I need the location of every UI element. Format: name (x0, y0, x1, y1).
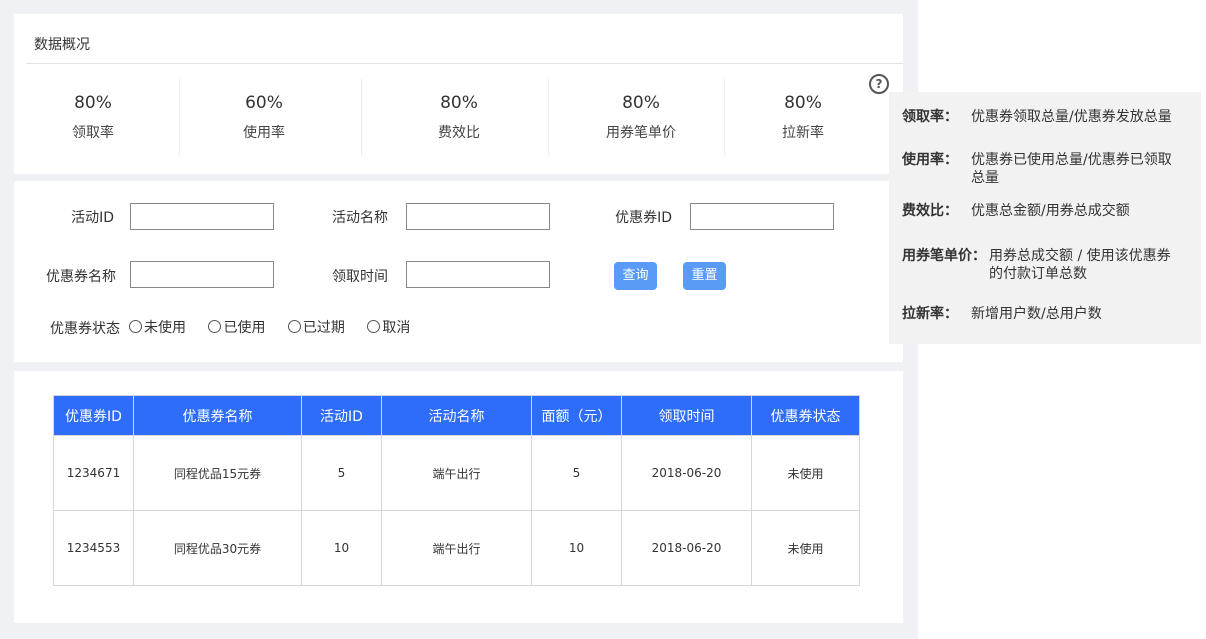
reset-button[interactable]: 重置 (683, 262, 726, 290)
metric-label: 领取率 (72, 125, 114, 141)
metric-new-user-rate: 80% 拉新率 (763, 92, 843, 142)
metric-claim-rate: 80% 领取率 (53, 92, 133, 142)
coupon-status-radio-group: 未使用 已使用 已过期 取消 (129, 317, 428, 337)
tooltip-desc: 新增用户数/总用户数 (971, 306, 1102, 322)
metric-value: 80% (622, 93, 660, 113)
column-header-activity-id: 活动ID (301, 395, 382, 436)
radio-circle-icon (287, 320, 301, 333)
metric-separator (361, 79, 362, 156)
coupon-table: 优惠券ID 优惠券名称 活动ID 活动名称 面额（元） 领取时间 优惠券状态 1… (53, 395, 860, 586)
coupon-status-label: 优惠券状态 (50, 321, 120, 337)
column-header-denomination: 面额（元） (531, 395, 622, 436)
radio-label: 未使用 (144, 320, 186, 336)
radio-label: 取消 (382, 320, 411, 336)
metric-label: 拉新率 (782, 125, 824, 141)
metric-value: 80% (74, 93, 112, 113)
coupon-name-input[interactable] (130, 261, 274, 288)
cell-activity-id: 5 (301, 435, 382, 511)
radio-label: 已使用 (223, 320, 266, 336)
cell-activity-id: 10 (301, 510, 382, 586)
overview-title: 数据概况 (34, 37, 90, 53)
cell-claim-time: 2018-06-20 (621, 435, 752, 511)
metric-unit-price: 80% 用券笔单价 (591, 92, 691, 142)
tooltip-key: 拉新率： (902, 306, 958, 322)
metric-separator (724, 79, 725, 156)
table-panel: 优惠券ID 优惠券名称 活动ID 活动名称 面额（元） 领取时间 优惠券状态 1… (14, 371, 903, 623)
cell-activity-name: 端午出行 (381, 510, 532, 586)
coupon-id-input[interactable] (690, 203, 834, 230)
tooltip-key: 领取率： (902, 109, 958, 125)
radio-used[interactable]: 已使用 (208, 317, 265, 337)
query-button[interactable]: 查询 (614, 262, 657, 290)
coupon-id-label: 优惠券ID (615, 210, 672, 226)
radio-circle-icon (367, 320, 381, 333)
cell-status: 未使用 (751, 510, 860, 586)
metric-label: 使用率 (243, 125, 285, 141)
metric-separator (548, 79, 549, 156)
metric-separator (179, 79, 180, 156)
cell-coupon-id: 1234671 (53, 435, 134, 511)
tooltip-desc: 优惠券领取总量/优惠券发放总量 (971, 109, 1172, 125)
activity-id-label: 活动ID (71, 210, 114, 226)
cell-coupon-id: 1234553 (53, 510, 134, 586)
tooltip-key: 使用率： (902, 152, 958, 168)
radio-label: 已过期 (302, 320, 345, 336)
cell-denomination: 5 (531, 435, 622, 511)
cell-activity-name: 端午出行 (381, 435, 532, 511)
tooltip-key: 费效比： (902, 203, 958, 219)
radio-circle-icon (208, 320, 222, 333)
activity-id-input[interactable] (130, 203, 274, 230)
metric-value: 80% (440, 93, 478, 113)
cell-coupon-name: 同程优品15元券 (133, 435, 302, 511)
activity-name-label: 活动名称 (332, 210, 388, 226)
tooltip-key: 用券笔单价： (902, 248, 986, 264)
metric-cost-efficiency: 80% 费效比 (419, 92, 499, 142)
metric-usage-rate: 60% 使用率 (224, 92, 304, 142)
overview-divider (26, 63, 903, 64)
cell-claim-time: 2018-06-20 (621, 510, 752, 586)
table-row: 1234553 同程优品30元券 10 端午出行 10 2018-06-20 未… (53, 510, 860, 586)
coupon-name-label: 优惠券名称 (46, 269, 116, 285)
radio-expired[interactable]: 已过期 (287, 317, 345, 337)
metric-label: 用券笔单价 (606, 125, 676, 141)
column-header-coupon-id: 优惠券ID (53, 395, 134, 436)
activity-name-input[interactable] (406, 203, 550, 230)
filter-panel: 活动ID 活动名称 优惠券ID 优惠券名称 领取时间 查询 重置 优惠券状态 未… (14, 181, 903, 362)
cell-coupon-name: 同程优品30元券 (133, 510, 302, 586)
column-header-status: 优惠券状态 (751, 395, 860, 436)
metric-definitions-tooltip: 领取率： 优惠券领取总量/优惠券发放总量 使用率： 优惠券已使用总量/优惠券已领… (889, 92, 1201, 344)
tooltip-desc: 优惠券已使用总量/优惠券已领取总量 (971, 152, 1172, 186)
column-header-activity-name: 活动名称 (381, 395, 532, 436)
help-icon[interactable]: ? (869, 74, 889, 94)
radio-circle-icon (129, 320, 142, 333)
cell-status: 未使用 (751, 435, 860, 511)
table-header-row: 优惠券ID 优惠券名称 活动ID 活动名称 面额（元） 领取时间 优惠券状态 (53, 395, 860, 436)
radio-unused[interactable]: 未使用 (129, 317, 186, 337)
claim-time-input[interactable] (406, 261, 550, 288)
tooltip-desc: 用券总成交额 / 使用该优惠券的付款订单总数 (989, 248, 1171, 282)
column-header-claim-time: 领取时间 (621, 395, 752, 436)
table-row: 1234671 同程优品15元券 5 端午出行 5 2018-06-20 未使用 (53, 435, 860, 511)
claim-time-label: 领取时间 (332, 269, 388, 285)
metric-value: 60% (245, 93, 283, 113)
data-overview-panel: 数据概况 ? 80% 领取率 60% 使用率 80% 费效比 80% 用券笔单价… (14, 14, 903, 174)
tooltip-desc: 优惠总金额/用券总成交额 (971, 203, 1130, 219)
metric-label: 费效比 (438, 125, 480, 141)
metric-value: 80% (784, 93, 822, 113)
radio-cancelled[interactable]: 取消 (367, 317, 410, 337)
cell-denomination: 10 (531, 510, 622, 586)
column-header-coupon-name: 优惠券名称 (133, 395, 302, 436)
